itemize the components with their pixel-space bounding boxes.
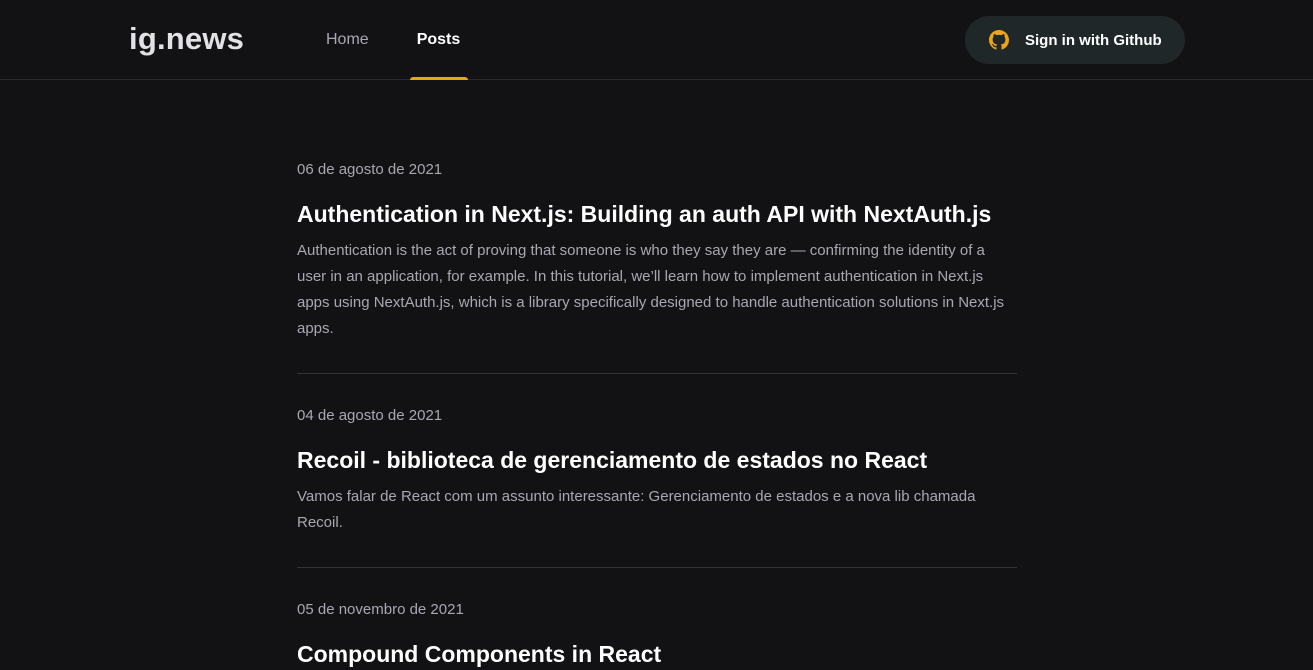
post-date: 04 de agosto de 2021 <box>297 407 443 424</box>
logo[interactable]: ig.news <box>129 19 244 59</box>
nav-posts[interactable]: Posts <box>409 0 468 80</box>
main-nav: Home Posts <box>326 0 468 80</box>
post-item[interactable]: 06 de agosto de 2021 Authentication in N… <box>297 160 1017 342</box>
sign-in-label: Sign in with Github <box>1025 31 1162 49</box>
post-excerpt: Vamos falar de React com um assunto inte… <box>297 488 976 531</box>
post-excerpt: Authentication is the act of proving tha… <box>297 242 1005 337</box>
posts-list: 06 de agosto de 2021 Authentication in N… <box>297 80 1017 670</box>
post-title[interactable]: Authentication in Next.js: Building an a… <box>297 198 1017 230</box>
nav-home[interactable]: Home <box>326 0 369 80</box>
app-header: ig.news Home Posts Sign in with Github <box>0 0 1313 80</box>
post-title[interactable]: Compound Components in React <box>297 638 1017 670</box>
post-item[interactable]: 04 de agosto de 2021 Recoil - biblioteca… <box>297 406 1017 536</box>
post-title[interactable]: Recoil - biblioteca de gerenciamento de … <box>297 444 1017 476</box>
post-date: 06 de agosto de 2021 <box>297 161 443 178</box>
post-date: 05 de novembro de 2021 <box>297 601 464 618</box>
github-icon <box>989 30 1009 50</box>
post-item[interactable]: 05 de novembro de 2021 Compound Componen… <box>297 600 1017 670</box>
divider <box>297 567 1017 568</box>
sign-in-github-button[interactable]: Sign in with Github <box>965 16 1185 64</box>
divider <box>297 373 1017 374</box>
